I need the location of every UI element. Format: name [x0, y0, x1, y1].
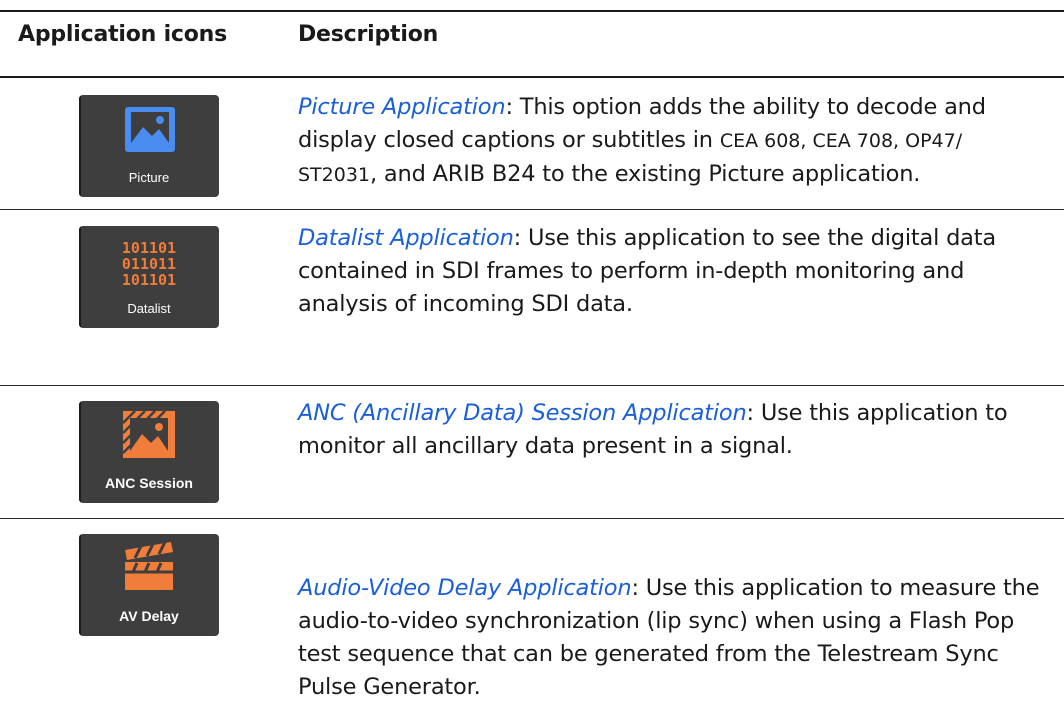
header-bottom-rule [0, 76, 1064, 78]
tile-label: ANC Session [105, 475, 193, 491]
tile-label: Picture [128, 170, 170, 185]
row-divider [0, 209, 1064, 210]
picture-app-tile[interactable]: Picture [79, 95, 219, 197]
column-header-icons: Application icons [18, 22, 228, 47]
anc-session-app-tile[interactable]: ANC Session [79, 401, 219, 503]
datalist-description: Datalist Application: Use this applicati… [298, 225, 996, 317]
av-delay-app-tile[interactable]: AV Delay [79, 534, 219, 636]
picture-app-link[interactable]: Picture Application [298, 94, 506, 120]
table-top-rule [0, 10, 1064, 12]
anc-session-app-link[interactable]: ANC (Ancillary Data) Session Application [298, 400, 747, 426]
row-divider [0, 385, 1064, 386]
row-divider [0, 518, 1064, 519]
picture-description: Picture Application: This option adds th… [298, 94, 986, 187]
tile-label: Datalist [127, 301, 171, 316]
av-delay-description: Audio-Video Delay Application: Use this … [298, 575, 1040, 700]
tile-label: AV Delay [119, 608, 179, 624]
anc-session-description: ANC (Ancillary Data) Session Application… [298, 400, 1008, 459]
column-header-description: Description [298, 22, 439, 47]
av-delay-app-link[interactable]: Audio-Video Delay Application [298, 575, 632, 601]
datalist-app-link[interactable]: Datalist Application [298, 225, 514, 251]
datalist-app-tile[interactable]: 101101 011011 101101 Datalist [79, 226, 219, 328]
